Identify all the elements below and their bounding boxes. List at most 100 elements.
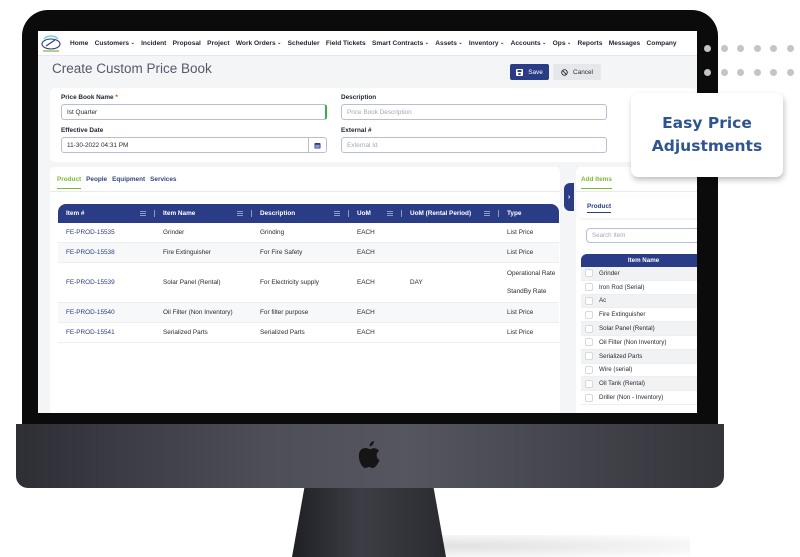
- item-list-row[interactable]: Fire Extinguisher: [581, 308, 697, 323]
- cancel-label: Cancel: [573, 68, 593, 76]
- tab-equipment[interactable]: Equipment: [112, 176, 145, 189]
- column-header-label: Description: [260, 210, 296, 217]
- column-menu-icon[interactable]: [140, 210, 146, 216]
- nav-item-label: Customers: [94, 39, 130, 47]
- item-list-row[interactable]: Driller (Non - Inventory): [581, 391, 697, 405]
- app-screen: Home Customers ⌄ Incident Proposal Project Wor…: [38, 31, 697, 413]
- panel-toggle-button[interactable]: ›: [564, 183, 574, 211]
- item-checkbox[interactable]: [585, 283, 593, 292]
- column-header[interactable]: Type: [499, 204, 559, 223]
- column-header[interactable]: Description: [252, 204, 349, 223]
- column-header[interactable]: Item Name: [155, 204, 252, 223]
- column-header[interactable]: UoM (Rental Period): [402, 204, 499, 223]
- nav-item-label: Messages: [608, 39, 641, 47]
- item-list-row[interactable]: Solar Panel (Rental): [581, 322, 697, 336]
- nav-item-label: Inventory: [468, 39, 499, 47]
- item-number-link[interactable]: FE-PROD-15535: [58, 229, 155, 236]
- item-list-row[interactable]: Oil Filter (Non Inventory): [581, 336, 697, 350]
- table-row[interactable]: FE-PROD-15538 Fire Extinguisher For Fire S…: [58, 243, 559, 263]
- cancel-button[interactable]: Cancel: [553, 64, 601, 80]
- column-header[interactable]: Item #: [58, 204, 155, 223]
- nav-item-inventory[interactable]: Inventory ⌄: [469, 40, 504, 47]
- save-button[interactable]: Save: [510, 64, 549, 80]
- company-logo-icon[interactable]: [40, 33, 62, 53]
- tab-services[interactable]: Services: [150, 176, 176, 189]
- column-header-label: UoM (Rental Period): [410, 210, 472, 217]
- table-row[interactable]: FE-PROD-15540 Oil Filter (Non Inventory) F…: [58, 303, 559, 323]
- item-name-cell: Oil Filter (Non Inventory): [163, 309, 233, 316]
- nav-item-scheduler[interactable]: Scheduler: [288, 40, 320, 47]
- nav-item-label: Proposal: [172, 39, 201, 47]
- page-title: Create Custom Price Book: [52, 61, 212, 76]
- column-menu-icon[interactable]: [334, 210, 340, 216]
- add-items-tab[interactable]: Add Items: [581, 176, 612, 189]
- calendar-button[interactable]: [308, 138, 326, 152]
- item-list-row[interactable]: Oil Tank (Rental): [581, 377, 697, 392]
- nav-item-smart-contracts[interactable]: Smart Contracts ⌄: [372, 40, 429, 47]
- column-header[interactable]: UoM: [349, 204, 402, 223]
- table-row[interactable]: FE-PROD-15539 Solar Panel (Rental) For Ele…: [58, 263, 559, 303]
- item-list-row[interactable]: Grinder: [581, 267, 697, 281]
- chevron-down-icon: ⌄: [566, 40, 572, 46]
- nav-item-work-orders[interactable]: Work Orders ⌄: [236, 40, 282, 47]
- nav-item-accounts[interactable]: Accounts ⌄: [511, 40, 547, 47]
- item-list-row[interactable]: Iron Rod (Serial): [581, 281, 697, 295]
- item-checkbox[interactable]: [585, 338, 593, 347]
- chevron-down-icon: ⌄: [500, 40, 505, 46]
- item-name: Oil Tank (Rental): [599, 380, 645, 388]
- price-type: StandBy Rate: [507, 288, 547, 295]
- item-list-row[interactable]: Wire (serial): [581, 364, 697, 378]
- item-name-cell: Fire Extinguisher: [163, 249, 211, 256]
- item-number-link[interactable]: FE-PROD-15539: [58, 279, 155, 286]
- search-item-input[interactable]: Search Item: [586, 228, 697, 243]
- stand-shadow: [440, 535, 690, 557]
- item-checkbox[interactable]: [585, 365, 593, 374]
- tab-people[interactable]: People: [86, 176, 107, 189]
- nav-item-label: Smart Contracts: [371, 39, 424, 47]
- nav-item-proposal[interactable]: Proposal: [173, 40, 201, 47]
- item-list-row[interactable]: Serialized Parts: [581, 349, 697, 364]
- item-checkbox[interactable]: [585, 393, 593, 402]
- price-type: List Price: [507, 249, 534, 256]
- callout-line-2: Adjustments: [651, 137, 763, 155]
- item-checkbox[interactable]: [585, 296, 593, 305]
- description-input[interactable]: Price Book Description: [341, 104, 607, 120]
- chevron-down-icon: ⌄: [542, 40, 547, 46]
- subtab-product[interactable]: Product: [587, 203, 612, 213]
- nav-item-reports[interactable]: Reports: [577, 40, 602, 47]
- item-name: Ac: [599, 297, 607, 305]
- item-checkbox[interactable]: [585, 310, 593, 319]
- nav-item-customers[interactable]: Customers ⌄: [95, 40, 135, 47]
- item-number-link[interactable]: FE-PROD-15540: [58, 309, 155, 316]
- nav-item-project[interactable]: Project: [207, 40, 229, 47]
- price-book-name-input[interactable]: Ist Quarter: [61, 104, 327, 120]
- item-checkbox[interactable]: [585, 352, 593, 361]
- price-type: List Price: [507, 229, 534, 236]
- item-number-link[interactable]: FE-PROD-15541: [58, 329, 155, 336]
- nav-item-label: Work Orders: [235, 39, 276, 47]
- price-book-grid: Item # Item Name Description UoM UoM (Rental…: [58, 204, 559, 343]
- nav-item-home[interactable]: Home: [70, 40, 88, 47]
- nav-item-incident[interactable]: Incident: [141, 40, 166, 47]
- table-row[interactable]: FE-PROD-15535 Grinder Grinding EACH List Pri…: [58, 223, 559, 243]
- effective-date-input[interactable]: 11-30-2022 04:31 PM: [61, 137, 327, 153]
- nav-item-ops[interactable]: Ops ⌄: [553, 40, 572, 47]
- item-checkbox[interactable]: [585, 324, 593, 333]
- item-list-row[interactable]: Ac: [581, 294, 697, 309]
- nav-item-company[interactable]: Company: [647, 40, 677, 47]
- nav-item-messages[interactable]: Messages: [609, 40, 641, 47]
- column-menu-icon[interactable]: [237, 210, 243, 216]
- item-checkbox[interactable]: [585, 379, 593, 388]
- item-number-link[interactable]: FE-PROD-15538: [58, 249, 155, 256]
- nav-item-assets[interactable]: Assets ⌄: [435, 40, 462, 47]
- tab-product[interactable]: Product: [57, 176, 82, 189]
- external-id-input[interactable]: External Id: [341, 137, 607, 153]
- nav-item-field-tickets[interactable]: Field Tickets: [326, 40, 366, 47]
- item-name: Driller (Non - Inventory): [599, 394, 664, 402]
- items-card: Product People Equipment Services Item # Ite…: [50, 167, 560, 413]
- item-checkbox[interactable]: [585, 269, 593, 278]
- table-row[interactable]: FE-PROD-15541 Serialized Parts Serialized …: [58, 323, 559, 343]
- description-cell: Grinding: [260, 229, 285, 236]
- column-menu-icon[interactable]: [387, 210, 393, 216]
- column-menu-icon[interactable]: [484, 210, 490, 216]
